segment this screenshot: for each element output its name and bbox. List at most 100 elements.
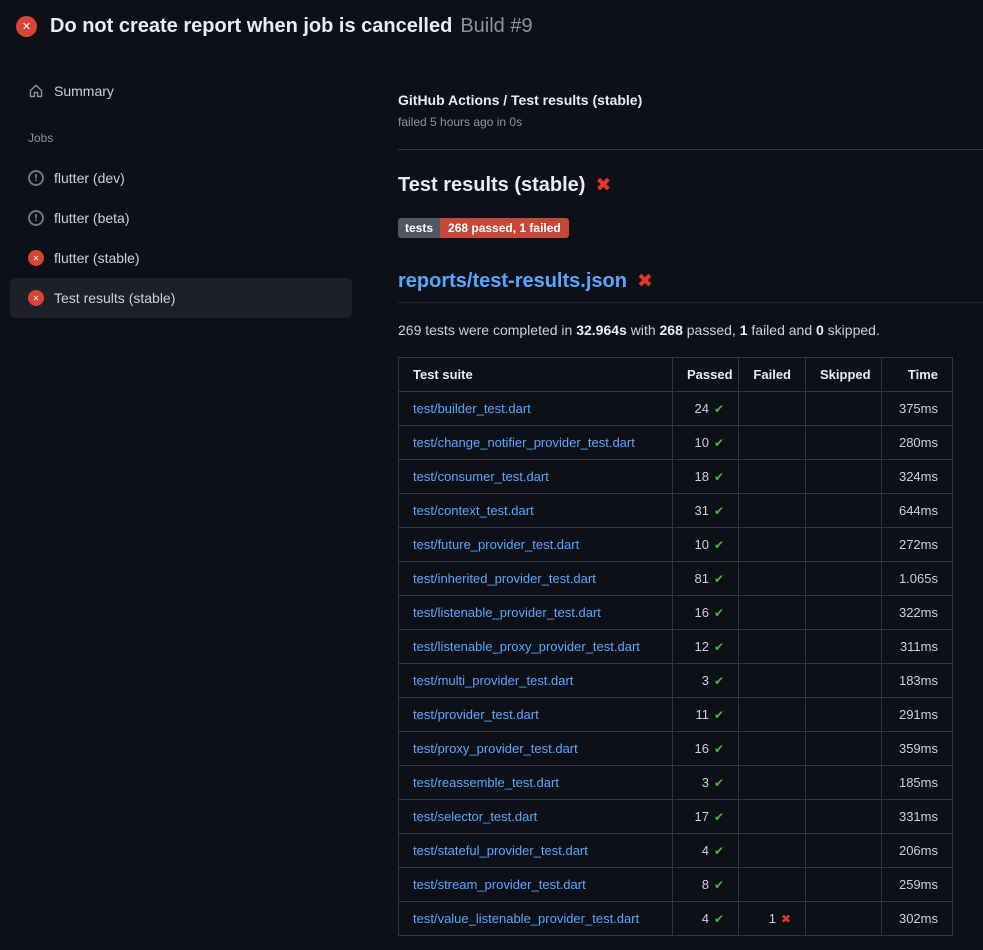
time-cell: 206ms [882,834,953,868]
table-row: test/selector_test.dart 17✔ 331ms [399,800,953,834]
page-header: Do not create report when job is cancell… [0,0,983,51]
col-test-suite: Test suite [399,358,673,392]
skipped-cell [806,834,882,868]
failed-cell [739,766,806,800]
table-row: test/builder_test.dart 24✔ 375ms [399,392,953,426]
job-label: flutter (beta) [54,210,129,226]
failed-cell [739,630,806,664]
suite-link[interactable]: test/builder_test.dart [413,401,531,416]
col-failed: Failed [739,358,806,392]
suite-link[interactable]: test/value_listenable_provider_test.dart [413,911,639,926]
home-icon [28,83,44,99]
sidebar-job-item[interactable]: flutter (dev) [10,158,352,198]
passed-cell: 8✔ [673,868,739,902]
sidebar-job-item[interactable]: Test results (stable) [10,278,352,318]
divider [398,149,983,150]
passed-cell: 10✔ [673,528,739,562]
suite-link[interactable]: test/consumer_test.dart [413,469,549,484]
summary-text: with [627,322,660,338]
passed-cell: 81✔ [673,562,739,596]
check-icon: ✔ [714,912,724,926]
run-title: Do not create report when job is cancell… [50,15,452,38]
passed-cell: 31✔ [673,494,739,528]
tests-badge: tests 268 passed, 1 failed [398,218,569,238]
suite-link[interactable]: test/listenable_proxy_provider_test.dart [413,639,640,654]
check-run-title-text: Test results (stable) [398,174,585,197]
x-icon: ✖ [781,912,791,926]
skipped-cell [806,698,882,732]
skipped-cell [806,868,882,902]
time-cell: 311ms [882,630,953,664]
failed-cell [739,868,806,902]
check-icon: ✔ [714,776,724,790]
suite-link[interactable]: test/reassemble_test.dart [413,775,559,790]
check-icon: ✔ [714,504,724,518]
x-circle-icon [28,250,44,266]
sidebar-job-item[interactable]: flutter (beta) [10,198,352,238]
check-icon: ✔ [714,640,724,654]
suite-link[interactable]: test/multi_provider_test.dart [413,673,573,688]
summary-text: passed, [683,322,740,338]
table-row: test/stateful_provider_test.dart 4✔ 206m… [399,834,953,868]
failed-cell [739,460,806,494]
table-row: test/multi_provider_test.dart 3✔ 183ms [399,664,953,698]
tests-summary-line: 269 tests were completed in 32.964s with… [398,322,953,339]
table-row: test/context_test.dart 31✔ 644ms [399,494,953,528]
check-icon: ✔ [714,844,724,858]
skipped-cell [806,426,882,460]
suite-link[interactable]: test/listenable_provider_test.dart [413,605,601,620]
skipped-cell [806,528,882,562]
passed-cell: 16✔ [673,732,739,766]
passed-cell: 4✔ [673,902,739,936]
skipped-cell [806,596,882,630]
x-circle-icon [28,290,44,306]
failed-cell [739,698,806,732]
suite-link[interactable]: test/inherited_provider_test.dart [413,571,596,586]
jobs-list: flutter (dev) flutter (beta) flutter (st… [10,158,352,318]
alert-circle-icon [28,210,44,226]
failed-cell [739,664,806,698]
time-cell: 324ms [882,460,953,494]
failed-cell [739,596,806,630]
check-icon: ✔ [714,538,724,552]
sidebar-job-item[interactable]: flutter (stable) [10,238,352,278]
col-passed: Passed [673,358,739,392]
suite-link[interactable]: test/future_provider_test.dart [413,537,579,552]
passed-cell: 17✔ [673,800,739,834]
suite-link[interactable]: test/selector_test.dart [413,809,537,824]
sidebar-summary-label: Summary [54,83,114,99]
check-icon: ✔ [714,708,724,722]
report-file-link[interactable]: reports/test-results.json [398,270,627,293]
skipped-cell [806,902,882,936]
time-cell: 331ms [882,800,953,834]
check-icon: ✔ [714,742,724,756]
table-row: test/stream_provider_test.dart 8✔ 259ms [399,868,953,902]
skipped-cell [806,800,882,834]
time-cell: 185ms [882,766,953,800]
passed-cell: 10✔ [673,426,739,460]
summary-duration: 32.964s [576,322,627,338]
suite-link[interactable]: test/proxy_provider_test.dart [413,741,578,756]
badge-value: 268 passed, 1 failed [440,218,569,238]
badge-label: tests [398,218,440,238]
skipped-cell [806,494,882,528]
suite-link[interactable]: test/stream_provider_test.dart [413,877,586,892]
results-table-body: test/builder_test.dart 24✔ 375ms test/ch… [399,392,953,936]
suite-link[interactable]: test/context_test.dart [413,503,534,518]
suite-link[interactable]: test/stateful_provider_test.dart [413,843,588,858]
test-results-table: Test suite Passed Failed Skipped Time te… [398,357,953,936]
suite-link[interactable]: test/change_notifier_provider_test.dart [413,435,635,450]
breadcrumb: GitHub Actions / Test results (stable) [398,91,953,109]
skipped-cell [806,630,882,664]
check-icon: ✔ [714,810,724,824]
passed-cell: 24✔ [673,392,739,426]
suite-link[interactable]: test/provider_test.dart [413,707,539,722]
sidebar-item-summary[interactable]: Summary [10,75,352,107]
summary-failed-count: 1 [740,322,748,338]
summary-text: 269 tests were completed in [398,322,576,338]
skipped-cell [806,766,882,800]
col-time: Time [882,358,953,392]
jobs-section-label: Jobs [10,107,352,158]
failed-cell [739,834,806,868]
job-label: flutter (dev) [54,170,125,186]
